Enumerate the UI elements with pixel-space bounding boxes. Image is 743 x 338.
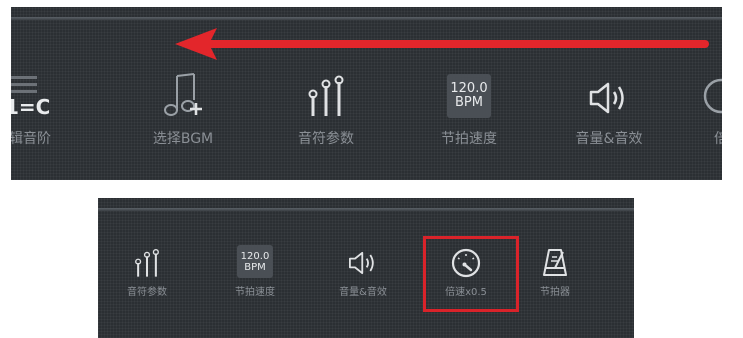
speaker-icon bbox=[318, 242, 408, 278]
volume-effects-button[interactable]: 音量&音效 bbox=[318, 242, 408, 298]
bpm-icon: 120.0 BPM bbox=[210, 242, 300, 278]
metronome-button[interactable]: 节拍器 bbox=[510, 242, 600, 298]
svg-text:1=C: 1=C bbox=[11, 95, 50, 118]
sliders-icon bbox=[102, 242, 192, 278]
note-params-label: 音符参数 bbox=[127, 287, 167, 298]
edit-scale-button[interactable]: 1=C 编辑音阶 bbox=[11, 70, 83, 148]
bpm-value: 120.0 bbox=[240, 250, 270, 262]
speed-button-partial[interactable]: 倍 bbox=[661, 70, 722, 148]
volume-effects-label: 音量&音效 bbox=[339, 287, 387, 298]
tempo-button[interactable]: 120.0 BPM 节拍速度 bbox=[210, 242, 300, 298]
speaker-icon bbox=[549, 70, 669, 118]
bpm-unit: BPM bbox=[455, 95, 483, 110]
volume-effects-button[interactable]: 音量&音效 bbox=[549, 70, 669, 148]
tempo-label: 节拍速度 bbox=[441, 131, 497, 147]
swipe-left-arrow bbox=[175, 28, 709, 60]
bpm-unit: BPM bbox=[244, 261, 266, 273]
edit-scale-label: 编辑音阶 bbox=[11, 131, 51, 147]
note-params-label: 音符参数 bbox=[298, 131, 354, 147]
select-bgm-button[interactable]: 选择BGM bbox=[123, 70, 243, 148]
speed-label-partial: 倍 bbox=[714, 131, 722, 147]
metronome-icon bbox=[510, 242, 600, 278]
volume-effects-label: 音量&音效 bbox=[575, 131, 643, 147]
note-params-button[interactable]: 音符参数 bbox=[102, 242, 192, 298]
select-bgm-label: 选择BGM bbox=[152, 131, 214, 147]
track-divider bbox=[11, 17, 722, 20]
bpm-icon: 120.0 BPM bbox=[409, 70, 529, 118]
tempo-button[interactable]: 120.0 BPM 节拍速度 bbox=[409, 70, 529, 148]
note-params-button[interactable]: 音符参数 bbox=[266, 70, 386, 148]
toolbar-panel-bottom: 音符参数 120.0 BPM 节拍速度 音量&音效 倍速x0.5 节拍器 bbox=[98, 198, 634, 338]
tempo-label: 节拍速度 bbox=[235, 287, 275, 298]
sliders-icon bbox=[266, 70, 386, 118]
speed-dial-icon bbox=[661, 70, 722, 118]
track-divider bbox=[98, 208, 634, 211]
bpm-value: 120.0 bbox=[450, 80, 488, 96]
key-signature-icon: 1=C bbox=[11, 70, 83, 118]
highlight-box bbox=[423, 236, 519, 312]
music-note-add-icon bbox=[123, 70, 243, 118]
metronome-label: 节拍器 bbox=[540, 287, 570, 298]
